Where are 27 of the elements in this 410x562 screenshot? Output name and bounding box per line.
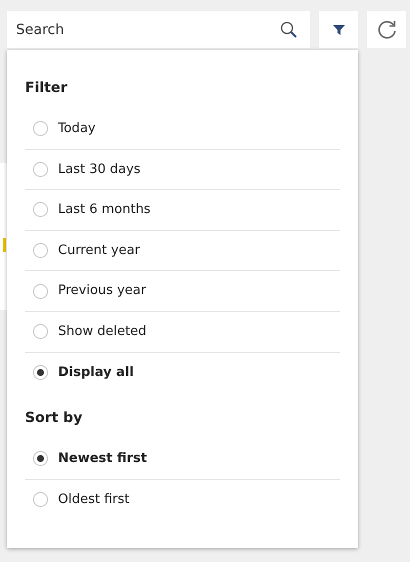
radio-button[interactable] — [33, 202, 48, 218]
search-icon — [280, 21, 298, 39]
radio-button[interactable] — [33, 324, 48, 340]
filter-button[interactable] — [319, 11, 358, 48]
refresh-icon — [376, 18, 398, 40]
section-title: Filter — [25, 80, 68, 98]
radio-option[interactable]: Show deleted — [25, 310, 340, 352]
filter-icon — [332, 24, 344, 36]
highlight-bar — [3, 238, 6, 252]
refresh-button[interactable] — [367, 11, 406, 48]
radio-button[interactable] — [33, 120, 48, 136]
radio-option[interactable]: Previous year — [25, 270, 340, 311]
radio-button[interactable] — [33, 450, 48, 466]
radio-option[interactable]: Last 6 months — [25, 189, 340, 230]
radio-option[interactable]: Today — [25, 108, 340, 149]
radio-option[interactable]: Last 30 days — [25, 148, 340, 190]
search-field[interactable]: Search — [7, 11, 310, 48]
section-title: Sort by — [25, 410, 84, 428]
radio-option[interactable]: Current year — [25, 230, 340, 270]
radio-button[interactable] — [33, 162, 48, 177]
radio-option[interactable]: Newest first — [25, 438, 340, 479]
radio-button[interactable] — [33, 243, 48, 258]
radio-button[interactable] — [33, 492, 48, 508]
radio-button[interactable] — [33, 364, 48, 380]
radio-button[interactable] — [33, 284, 48, 299]
radio-option[interactable]: Oldest first — [25, 478, 340, 520]
radio-option[interactable]: Display all — [25, 352, 340, 392]
